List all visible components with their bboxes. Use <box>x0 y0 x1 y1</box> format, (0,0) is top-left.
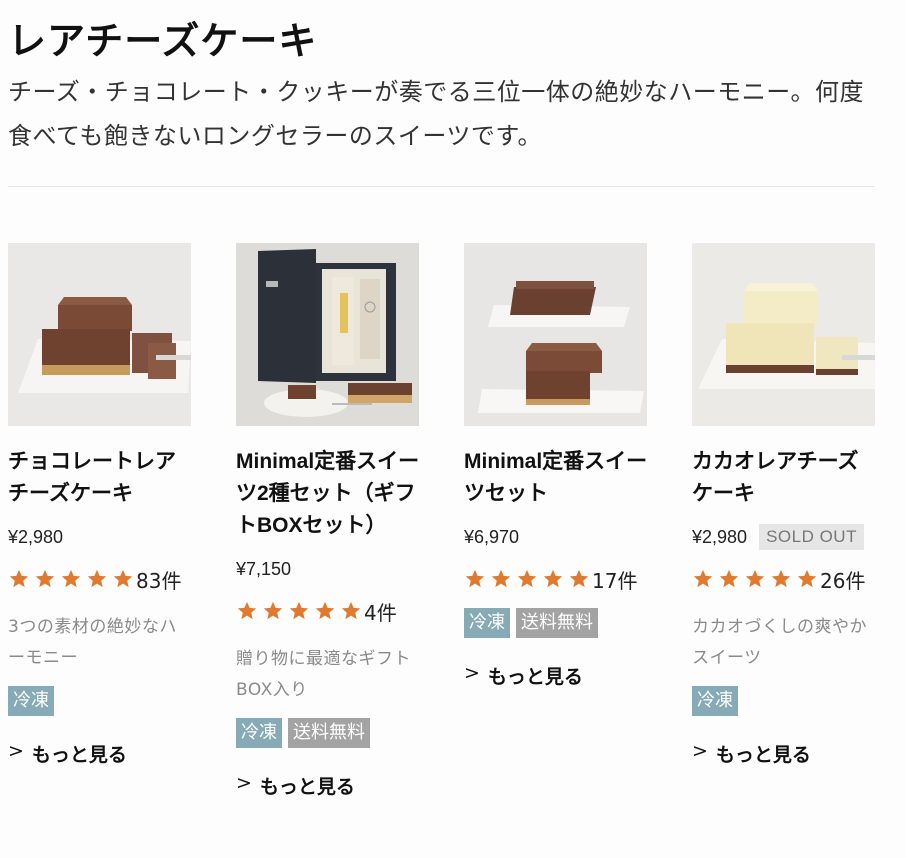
star-icon <box>237 601 257 620</box>
product-card[interactable]: チョコレートレアチーズケーキ ¥2,980 83件 3つの素材の絶妙なハーモニー… <box>8 243 192 767</box>
see-more-link[interactable]: > もっと見る <box>464 662 583 689</box>
chevron-right-icon: > <box>692 740 708 762</box>
star-icon <box>9 569 29 588</box>
star-icon <box>113 569 133 588</box>
frozen-tag: 冷凍 <box>236 718 282 748</box>
product-name[interactable]: チョコレートレアチーズケーキ <box>8 446 192 510</box>
product-name[interactable]: Minimal定番スイーツセット <box>464 446 648 510</box>
star-icon <box>491 569 511 588</box>
star-icon <box>771 569 791 588</box>
see-more-label: もっと見る <box>31 744 127 766</box>
star-rating: 17件 <box>464 562 648 596</box>
product-note: 3つの素材の絶妙なハーモニー <box>8 617 177 668</box>
see-more-label: もっと見る <box>715 744 811 766</box>
star-icon <box>745 569 765 588</box>
review-count[interactable]: 83件 <box>136 565 181 594</box>
frozen-tag: 冷凍 <box>8 686 54 716</box>
star-icon <box>87 569 107 588</box>
see-more-link[interactable]: > もっと見る <box>8 740 127 767</box>
chevron-right-icon: > <box>236 772 252 794</box>
star-icon <box>569 569 589 588</box>
review-count[interactable]: 4件 <box>364 597 397 626</box>
product-image-chocolate-cheesecake[interactable] <box>8 243 191 426</box>
star-icon <box>35 569 55 588</box>
divider <box>8 186 875 187</box>
star-icon <box>263 601 283 620</box>
see-more-label: もっと見る <box>259 776 355 798</box>
product-image-sweets-set[interactable] <box>464 243 647 426</box>
product-image-cacao-cheesecake[interactable] <box>692 243 875 426</box>
product-price: ¥6,970 <box>464 526 520 547</box>
star-icon <box>341 601 361 620</box>
star-rating: 26件 <box>692 562 876 596</box>
star-icon <box>543 569 563 588</box>
star-icon <box>61 569 81 588</box>
product-price: ¥7,150 <box>236 558 292 579</box>
chevron-right-icon: > <box>8 740 24 762</box>
product-image-gift-box-set[interactable] <box>236 243 419 426</box>
star-icon <box>719 569 739 588</box>
product-note: 贈り物に最適なギフトBOX入り <box>236 649 411 700</box>
star-rating: 4件 <box>236 594 420 628</box>
star-icon <box>289 601 309 620</box>
free-shipping-tag: 送料無料 <box>288 718 370 748</box>
product-price: ¥2,980 <box>8 526 64 547</box>
product-price: ¥2,980 <box>692 526 748 547</box>
frozen-tag: 冷凍 <box>692 686 738 716</box>
product-category-page: レアチーズケーキ チーズ・チョコレート・クッキーが奏でる三位一体の絶妙なハーモニ… <box>0 0 906 858</box>
see-more-link[interactable]: > もっと見る <box>692 740 811 767</box>
star-icon <box>797 569 817 588</box>
star-icon <box>315 601 335 620</box>
review-count[interactable]: 26件 <box>820 565 865 594</box>
see-more-link[interactable]: > もっと見る <box>236 772 355 799</box>
product-name[interactable]: カカオレアチーズケーキ <box>692 446 876 510</box>
product-card[interactable]: カカオレアチーズケーキ ¥2,980 SOLD OUT 26件 カカオづくしの爽… <box>692 243 876 767</box>
category-title: レアチーズケーキ <box>8 19 318 63</box>
see-more-label: もっと見る <box>487 666 583 688</box>
product-card[interactable]: Minimal定番スイーツ2種セット（ギフトBOXセット） ¥7,150 4件 … <box>236 243 420 799</box>
review-count[interactable]: 17件 <box>592 565 637 594</box>
frozen-tag: 冷凍 <box>464 608 510 638</box>
product-note: カカオづくしの爽やかスイーツ <box>692 617 867 668</box>
star-rating: 83件 <box>8 562 192 596</box>
chevron-right-icon: > <box>464 662 480 684</box>
product-card[interactable]: Minimal定番スイーツセット ¥6,970 17件 冷凍 送料無料 > もっ… <box>464 243 648 689</box>
sold-out-badge: SOLD OUT <box>759 524 864 550</box>
free-shipping-tag: 送料無料 <box>516 608 598 638</box>
star-icon <box>693 569 713 588</box>
star-icon <box>517 569 537 588</box>
star-icon <box>465 569 485 588</box>
category-description: チーズ・チョコレート・クッキーが奏でる三位一体の絶妙なハーモニー。何度食べても飽… <box>8 78 865 150</box>
product-name[interactable]: Minimal定番スイーツ2種セット（ギフトBOXセット） <box>236 446 420 542</box>
